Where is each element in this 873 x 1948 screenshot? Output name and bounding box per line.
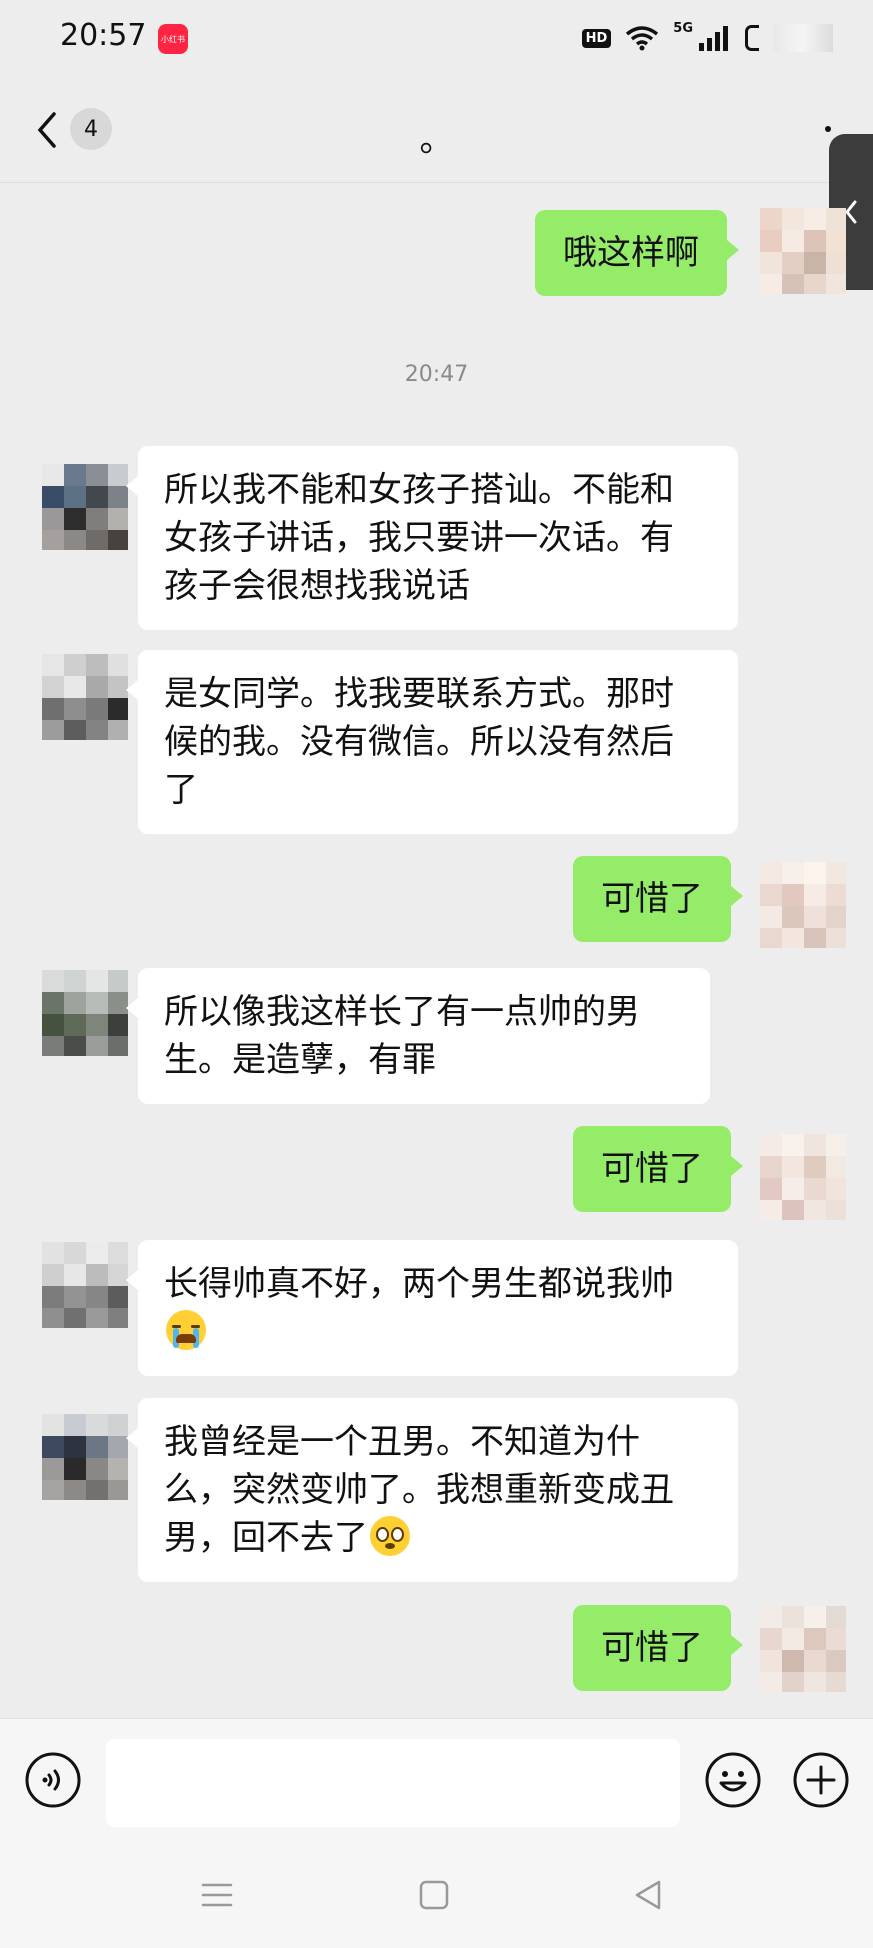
message-line-text: 男，回不去了	[164, 1518, 368, 1558]
more-options-icon[interactable]	[824, 118, 832, 132]
message-bubble-self[interactable]: 可惜了	[573, 1605, 743, 1691]
message-bubble-contact[interactable]: 所以我不能和女孩子搭讪。不能和 女孩子讲话，我只要讲一次话。有 孩子会很想找我说…	[126, 446, 738, 630]
more-functions-button[interactable]	[792, 1751, 850, 1809]
system-navigation-bar	[0, 1848, 873, 1948]
contact-avatar[interactable]	[42, 970, 128, 1056]
message-bubble-contact[interactable]: 是女同学。找我要联系方式。那时 候的我。没有微信。所以没有然后 了	[126, 650, 738, 834]
chat-timestamp: 20:47	[404, 362, 469, 387]
message-text: 可惜了	[601, 879, 703, 919]
message-line	[164, 1308, 712, 1356]
self-avatar[interactable]	[760, 1134, 846, 1220]
self-avatar[interactable]	[760, 862, 846, 948]
self-avatar[interactable]	[760, 1606, 846, 1692]
status-time: 20:57	[60, 18, 147, 53]
message-line: 候的我。没有微信。所以没有然后	[164, 722, 674, 762]
message-line: 么，突然变帅了。我想重新变成丑	[164, 1470, 674, 1510]
hd-icon: HD	[581, 28, 612, 48]
back-triangle-icon[interactable]	[632, 1878, 664, 1912]
message-line: 了	[164, 770, 198, 810]
message-line: 我曾经是一个丑男。不知道为什	[164, 1422, 640, 1462]
message-bubble-contact[interactable]: 所以像我这样长了有一点帅的男 生。是造孽，有罪	[126, 968, 710, 1104]
loudly-crying-face-icon	[166, 1309, 206, 1350]
voice-icon	[25, 1752, 81, 1808]
home-icon[interactable]	[418, 1878, 450, 1912]
message-line: 孩子会很想找我说话	[164, 566, 470, 606]
contact-avatar[interactable]	[42, 654, 128, 740]
message-bubble-self[interactable]: 可惜了	[573, 856, 743, 942]
battery-icon	[745, 25, 759, 51]
message-text: 可惜了	[601, 1628, 703, 1668]
message-input[interactable]	[106, 1739, 680, 1827]
status-icons: HD 5G	[581, 20, 833, 52]
message-line: 所以我不能和女孩子搭讪。不能和	[164, 470, 674, 510]
contact-avatar[interactable]	[42, 1414, 128, 1500]
message-line: 生。是造孽，有罪	[164, 1040, 436, 1080]
message-line: 所以像我这样长了有一点帅的男	[164, 992, 640, 1032]
message-bubble-self[interactable]: 哦这样啊	[535, 210, 739, 296]
message-line: 长得帅真不好，两个男生都说我帅	[164, 1264, 674, 1304]
message-line: 男，回不去了	[164, 1514, 712, 1562]
chat-title: 。	[419, 120, 454, 160]
xiaohongshu-app-icon: 小红书	[158, 24, 188, 54]
status-bar: 20:57 小红书 HD 5G	[0, 0, 873, 80]
smiley-icon	[705, 1752, 761, 1808]
contact-avatar[interactable]	[42, 1242, 128, 1328]
menu-icon[interactable]	[200, 1878, 234, 1912]
nav-divider	[0, 182, 873, 183]
message-text: 可惜了	[601, 1149, 703, 1189]
message-line: 是女同学。找我要联系方式。那时	[164, 674, 674, 714]
message-bubble-self[interactable]: 可惜了	[573, 1126, 743, 1212]
contact-avatar[interactable]	[42, 464, 128, 550]
message-bubble-contact[interactable]: 长得帅真不好，两个男生都说我帅	[126, 1240, 738, 1376]
signal-icon	[697, 25, 731, 51]
chat-input-bar	[0, 1718, 873, 1849]
plus-icon	[793, 1752, 849, 1808]
wifi-icon	[625, 25, 659, 51]
blurred-status-region	[773, 24, 833, 52]
message-bubble-contact[interactable]: 我曾经是一个丑男。不知道为什 么，突然变帅了。我想重新变成丑 男，回不去了	[126, 1398, 738, 1582]
message-line: 女孩子讲话，我只要讲一次话。有	[164, 518, 674, 558]
voice-input-button[interactable]	[24, 1751, 82, 1809]
message-text: 哦这样啊	[563, 233, 699, 273]
emoji-button[interactable]	[704, 1751, 762, 1809]
flushed-face-icon	[370, 1515, 410, 1556]
self-avatar[interactable]	[760, 208, 846, 294]
network-type: 5G	[673, 20, 693, 36]
